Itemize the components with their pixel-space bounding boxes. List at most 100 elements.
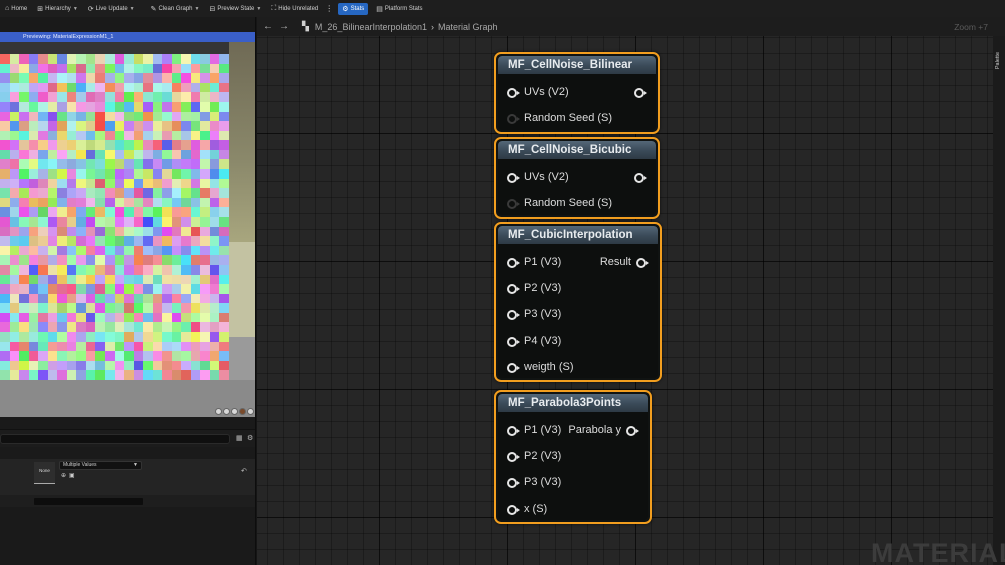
- hierarchy-button[interactable]: ⊞ Hierarchy ▼: [32, 0, 83, 17]
- noise-cell: [104, 197, 115, 208]
- noise-cell: [28, 92, 39, 102]
- node-cubic-interpolation[interactable]: MF_CubicInterpolation P1 (V3) Result P2 …: [494, 222, 662, 382]
- output-pin[interactable]: [634, 88, 647, 98]
- noise-cell: [162, 54, 172, 64]
- input-pin[interactable]: [507, 88, 520, 98]
- noise-cell: [162, 140, 172, 150]
- input-pin[interactable]: [507, 114, 520, 124]
- hide-unrelated-button[interactable]: ⛶ Hide Unrelated: [266, 0, 323, 17]
- details-value-input[interactable]: [34, 498, 143, 505]
- settings-icon[interactable]: [247, 408, 254, 415]
- noise-cell: [38, 82, 48, 93]
- noise-cell: [85, 245, 96, 256]
- noise-cell: [133, 130, 144, 141]
- breadcrumb-asset[interactable]: M_26_BilinearInterpolation1: [315, 22, 427, 32]
- noise-cell: [171, 360, 182, 371]
- noise-cell: [124, 255, 134, 265]
- noise-cell: [152, 178, 163, 189]
- noise-cell: [85, 341, 96, 352]
- noise-cell: [76, 121, 86, 131]
- noise-cell: [114, 284, 125, 294]
- noise-cell: [66, 82, 77, 93]
- noise-cell: [162, 341, 172, 352]
- noise-cell: [209, 264, 220, 275]
- output-pin[interactable]: [634, 173, 647, 183]
- input-pin[interactable]: [507, 363, 520, 373]
- input-pin[interactable]: [507, 258, 520, 268]
- stats-button[interactable]: ⚙ Stats: [338, 2, 369, 15]
- input-pin[interactable]: [507, 452, 520, 462]
- plane-icon[interactable]: [231, 408, 238, 415]
- node-cellnoise-bilinear[interactable]: MF_CellNoise_Bilinear UVs (V2) Random Se…: [494, 52, 660, 134]
- cube-icon[interactable]: [239, 408, 246, 415]
- noise-cell: [104, 303, 115, 313]
- noise-cell: [171, 312, 182, 323]
- noise-cell: [114, 188, 125, 198]
- noise-cell: [9, 370, 20, 380]
- output-pin[interactable]: [626, 426, 639, 436]
- back-arrow-icon[interactable]: ←: [260, 21, 276, 32]
- noise-cell: [162, 82, 172, 93]
- material-graph[interactable]: ← → ▚ M_26_BilinearInterpolation1 › Mate…: [257, 17, 1005, 565]
- input-pin[interactable]: [507, 505, 520, 515]
- multiple-values-select[interactable]: Multiple Values ▼: [59, 461, 142, 470]
- clean-graph-button[interactable]: ✎ Clean Graph ▼: [146, 0, 205, 17]
- input-pin[interactable]: [507, 478, 520, 488]
- gear-icon[interactable]: ⚙: [247, 434, 253, 442]
- input-pin[interactable]: [507, 426, 520, 436]
- noise-cell: [66, 341, 77, 352]
- noise-cell: [181, 188, 191, 198]
- input-pin[interactable]: [507, 173, 520, 183]
- sphere-icon[interactable]: [215, 408, 222, 415]
- noise-cell: [171, 197, 182, 208]
- browse-icon[interactable]: ▣: [69, 472, 75, 479]
- noise-cell: [95, 332, 105, 342]
- input-pin[interactable]: [507, 310, 520, 320]
- arrow-left-icon[interactable]: ⊕: [61, 472, 66, 479]
- noise-cell: [76, 92, 86, 102]
- input-pin[interactable]: [507, 199, 520, 209]
- node-cellnoise-bicubic[interactable]: MF_CellNoise_Bicubic UVs (V2) Random See…: [494, 137, 660, 219]
- home-button[interactable]: ⌂ Home: [0, 0, 32, 17]
- more-options-button[interactable]: ⋮: [323, 0, 335, 17]
- noise-cell: [85, 264, 96, 275]
- noise-cell: [104, 82, 115, 93]
- noise-cell: [209, 101, 220, 112]
- noise-cell: [219, 111, 229, 122]
- live-update-button[interactable]: ⟳ Live Update ▼: [83, 0, 140, 17]
- noise-cell: [9, 245, 20, 256]
- platform-stats-button[interactable]: ▤ Platform Stats: [371, 0, 427, 17]
- breadcrumb-graph[interactable]: Material Graph: [438, 22, 498, 32]
- input-pin[interactable]: [507, 284, 520, 294]
- noise-cell: [133, 370, 144, 380]
- noise-cell: [190, 149, 201, 160]
- input-pin[interactable]: [507, 337, 520, 347]
- noise-cell: [162, 169, 172, 179]
- noise-cell: [95, 169, 105, 179]
- noise-cell: [95, 82, 105, 93]
- grid-view-icon[interactable]: ▦: [236, 434, 243, 442]
- details-row: [0, 495, 255, 507]
- reset-icon[interactable]: ↶: [241, 467, 247, 475]
- output-pin[interactable]: [636, 258, 649, 268]
- noise-cell: [124, 169, 134, 179]
- forward-arrow-icon[interactable]: →: [276, 21, 292, 32]
- cylinder-icon[interactable]: [223, 408, 230, 415]
- palette-tab[interactable]: Palette: [993, 36, 1005, 565]
- noise-cell: [47, 216, 58, 227]
- node-parabola-3-points[interactable]: MF_Parabola3Points P1 (V3) Parabola y P2…: [494, 390, 652, 524]
- noise-cell: [38, 332, 48, 342]
- none-button[interactable]: None: [34, 462, 55, 484]
- noise-cell: [9, 111, 20, 122]
- preview-viewport[interactable]: [0, 42, 255, 417]
- preview-state-button[interactable]: ⊟ Preview State ▼: [204, 0, 266, 17]
- noise-cell: [104, 226, 115, 237]
- noise-cell: [152, 236, 163, 246]
- noise-cell: [133, 92, 144, 102]
- noise-cell: [181, 312, 191, 323]
- noise-cell: [219, 54, 229, 64]
- details-search-input[interactable]: [0, 434, 230, 444]
- noise-cell: [47, 82, 58, 93]
- noise-cell: [190, 197, 201, 208]
- noise-cell: [181, 63, 191, 74]
